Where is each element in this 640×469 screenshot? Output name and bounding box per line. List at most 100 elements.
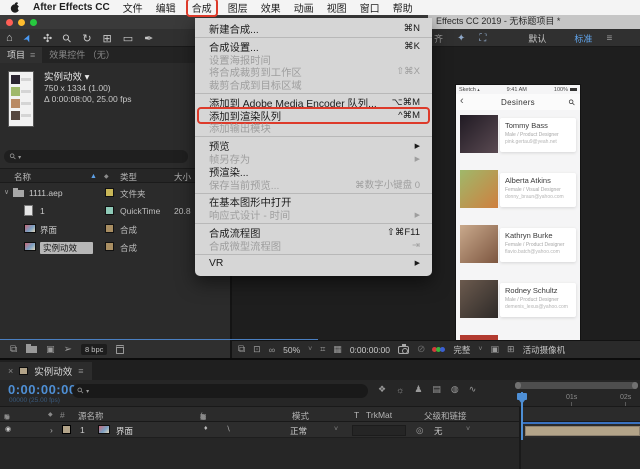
selection-tool-icon[interactable]: ➤	[21, 32, 35, 44]
hand-tool-icon[interactable]: ✣	[43, 32, 52, 45]
pixel-aspect-icon[interactable]: ⊞	[507, 344, 515, 355]
label-color-swatch[interactable]	[105, 188, 114, 197]
motion-blur-icon[interactable]: ◍	[451, 384, 459, 395]
close-window-button[interactable]	[6, 19, 13, 26]
shy-icon[interactable]: ♟	[414, 384, 422, 395]
home-icon[interactable]: ⌂	[6, 32, 13, 44]
target-region-icon[interactable]: ▣	[491, 344, 500, 355]
workspace-default[interactable]: 默认	[528, 32, 546, 45]
layer-parent-value[interactable]: 无	[434, 425, 443, 437]
layer-trkmat-box[interactable]	[352, 425, 406, 436]
channel-rgb-icon[interactable]	[433, 347, 445, 352]
apple-icon[interactable]	[10, 2, 20, 13]
resolution-chevron-icon[interactable]: ˅	[478, 346, 482, 353]
roi-icon[interactable]: ⌗	[320, 344, 325, 355]
resolution-value[interactable]: 完整	[453, 344, 470, 356]
item-name[interactable]: 1	[40, 206, 45, 216]
draft3d-icon[interactable]: ☼	[396, 385, 404, 395]
snapshot-camera-icon[interactable]	[398, 346, 409, 354]
show-snapshot-icon[interactable]: ⊘	[417, 344, 425, 355]
timeline-timecode[interactable]: 0:00:00:00	[8, 382, 77, 397]
layer-eye-icon[interactable]: ◉	[5, 425, 11, 433]
magnification-value[interactable]: 50%	[283, 345, 300, 355]
active-camera-selector[interactable]: 活动摄像机	[523, 344, 566, 356]
new-comp-icon[interactable]: ▣	[46, 344, 55, 355]
menubar-item-6[interactable]: 视图	[327, 0, 347, 15]
menubar-item-5[interactable]: 动画	[294, 0, 314, 15]
menu-item-shortcut: ⇧⌘X	[396, 66, 420, 77]
layer-mode-chevron-icon[interactable]: ˅	[334, 426, 338, 433]
tab-effect-controls[interactable]: 效果控件 （无）	[42, 47, 122, 63]
workspace-standard[interactable]: 标准	[574, 32, 592, 45]
app-name[interactable]: After Effects CC	[33, 2, 110, 13]
close-tab-icon[interactable]: ×	[8, 366, 13, 376]
camera-tool-icon[interactable]: ⊞	[103, 32, 112, 45]
project-item-name[interactable]: 实例动效 ▾	[44, 72, 131, 83]
pickwhip-icon[interactable]: ◎	[416, 425, 423, 436]
graph-editor-icon[interactable]: ∿	[469, 384, 477, 395]
menubar-item-0[interactable]: 文件	[123, 0, 143, 15]
rect-tool-icon[interactable]: ▭	[123, 32, 133, 45]
always-preview-icon[interactable]: ⧉	[238, 344, 245, 355]
layer-parent-chevron-icon[interactable]: ˅	[466, 426, 470, 433]
timeline-tab-menu-icon[interactable]: ≡	[78, 366, 83, 376]
timeline-search-input[interactable]: ⚲ ▾	[72, 384, 368, 398]
menu-item-9: 添加输出模块	[195, 122, 432, 135]
label-color-swatch[interactable]	[105, 224, 114, 233]
project-search-input[interactable]: ⚲ ▾	[4, 150, 188, 163]
zoom-tool-icon[interactable]: ⚲	[60, 31, 75, 46]
layer-duration-bar[interactable]	[525, 426, 640, 436]
label-color-swatch[interactable]	[105, 242, 114, 251]
layer-mode-value[interactable]: 正常	[290, 425, 307, 437]
layer-label-swatch[interactable]	[62, 425, 71, 434]
viewer-timecode[interactable]: 0:00:00:00	[350, 345, 390, 355]
expand-caret-icon[interactable]: ∨	[4, 188, 9, 196]
menubar-item-2[interactable]: 合成	[186, 0, 218, 17]
item-name[interactable]: 实例动效	[40, 242, 93, 254]
import-icon[interactable]: ⧉	[10, 344, 17, 355]
frame-blend-icon[interactable]: ▤	[432, 384, 441, 395]
menu-item-22[interactable]: VR▶	[195, 257, 432, 270]
menubar-item-3[interactable]: 图层	[228, 0, 248, 15]
puppet-icon[interactable]: ✦	[457, 33, 465, 44]
project-item-duration: Δ 0:00:08:00, 25.00 fps	[44, 94, 131, 105]
menubar-item-4[interactable]: 效果	[261, 0, 281, 15]
layer-row[interactable]: ◉ › 1 界面 ♦ ∖ 正常 ˅ ◎ 无 ˅	[0, 422, 520, 438]
workspace-menu-icon[interactable]: ≡	[606, 33, 612, 44]
pen-tool-icon[interactable]: ✒	[144, 32, 153, 45]
magnification-chevron-icon[interactable]: ˅	[308, 346, 312, 353]
item-type: 文件夹	[120, 188, 146, 200]
align-label-fragment: 齐	[434, 32, 443, 45]
tab-project[interactable]: 项目≡	[0, 47, 42, 63]
comp-flowchart-icon[interactable]: ❖	[378, 384, 386, 395]
snapping-icon[interactable]: ⛶	[479, 33, 486, 44]
menubar-item-7[interactable]: 窗口	[360, 0, 380, 15]
menu-item-0[interactable]: 新建合成...⌘N	[195, 22, 432, 35]
menubar-item-8[interactable]: 帮助	[393, 0, 413, 15]
zoom-window-button[interactable]	[30, 19, 37, 26]
main-monitor-icon[interactable]: ⊡	[253, 344, 261, 355]
traffic-lights	[6, 19, 37, 26]
timeline-columns-header[interactable]: ◉ ♪ ● ⊡ ◆ # 源名称 ♟☼∖fx▦◎◐⊕ 模式 T TrkMat 父级…	[0, 406, 640, 422]
transparency-grid-icon[interactable]: ▦	[333, 344, 342, 355]
item-name[interactable]: 1111.aep	[29, 188, 63, 198]
view-lock-icon[interactable]: ∞	[269, 345, 275, 355]
layer-expand-icon[interactable]: ›	[50, 425, 53, 435]
time-navigator[interactable]	[515, 382, 638, 389]
trash-icon[interactable]	[116, 345, 124, 354]
timeline-tab[interactable]: × 实例动效 ≡	[0, 362, 92, 380]
layer-name[interactable]: 界面	[116, 425, 133, 437]
render-queue-icon[interactable]: ➢	[64, 344, 72, 355]
minimize-window-button[interactable]	[18, 19, 25, 26]
search-icon: ⚲	[74, 384, 88, 398]
item-name[interactable]: 界面	[40, 225, 57, 235]
playhead-handle[interactable]	[517, 393, 527, 400]
new-folder-icon[interactable]	[26, 346, 37, 353]
label-color-swatch[interactable]	[105, 206, 114, 215]
panel-menu-icon[interactable]: ≡	[30, 50, 35, 60]
timeline-tab-label: 实例动效	[34, 364, 72, 378]
bit-depth-badge[interactable]: 8 bpc	[81, 344, 107, 355]
rotate-tool-icon[interactable]: ↻	[82, 32, 91, 45]
column-type: 类型	[120, 171, 137, 183]
menubar-item-1[interactable]: 编辑	[156, 0, 176, 15]
